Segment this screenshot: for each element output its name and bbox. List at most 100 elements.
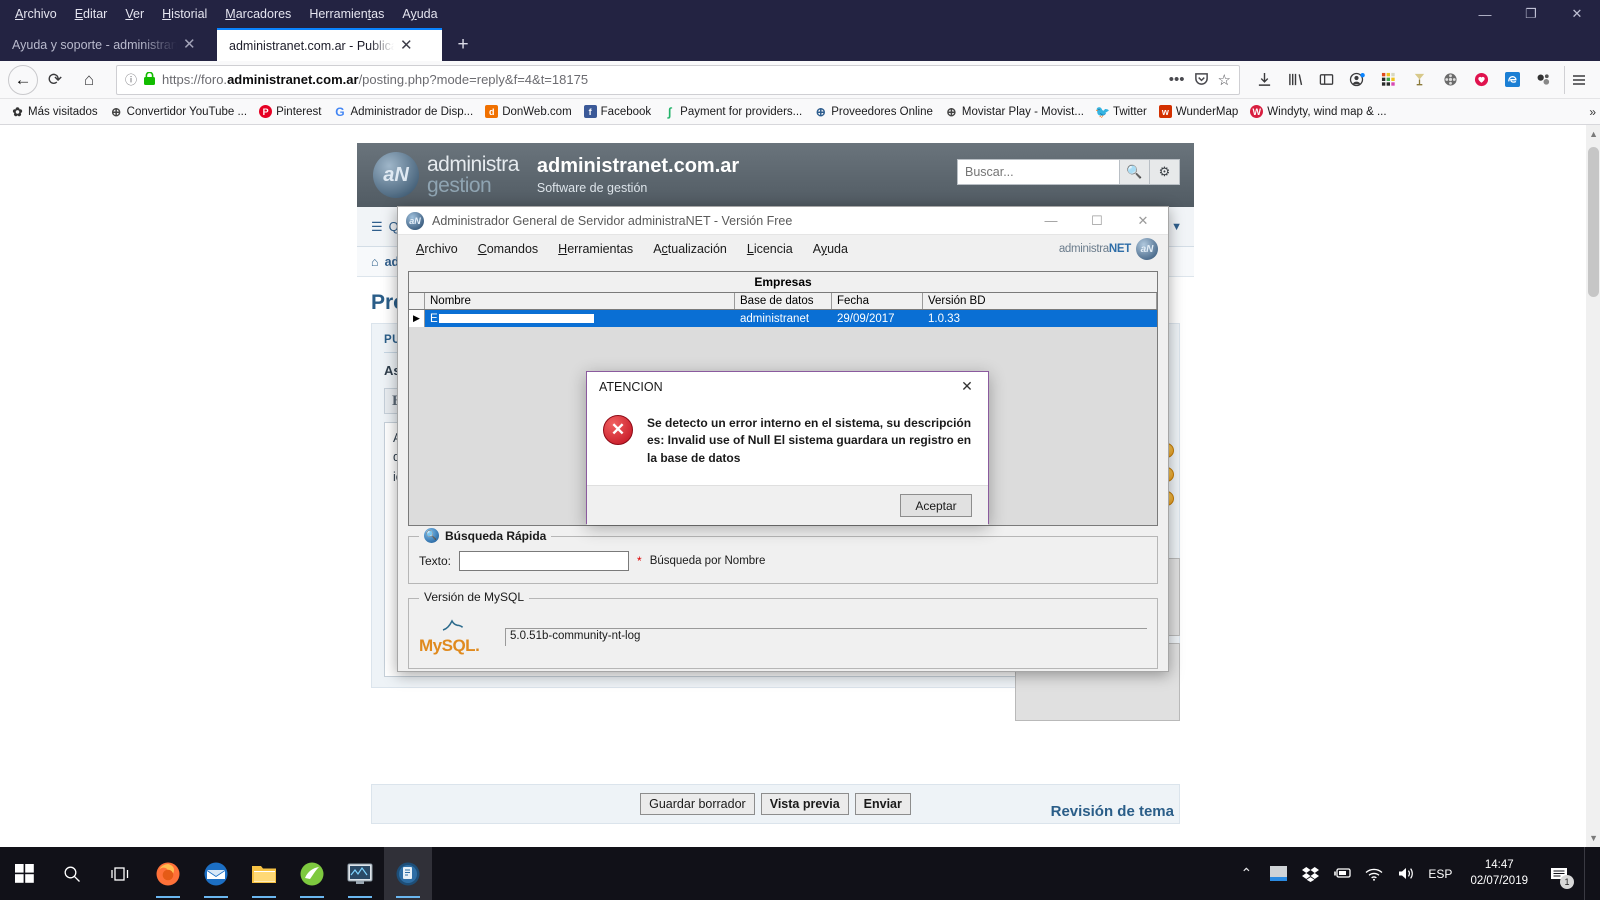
bookmark-proveedores-online[interactable]: ⊕ Proveedores Online <box>809 103 938 120</box>
scrollbar-thumb[interactable] <box>1588 147 1599 297</box>
app-menu-actualizacion[interactable]: Actualización <box>643 238 737 260</box>
library-icon[interactable] <box>1281 66 1309 94</box>
volume-icon[interactable] <box>1396 864 1416 884</box>
keyboard-icon[interactable] <box>1268 864 1288 884</box>
tray-chevron-up-icon[interactable]: ⌃ <box>1236 864 1256 884</box>
gear-icon[interactable]: ⚙ <box>1150 159 1180 185</box>
minimize-button[interactable]: — <box>1462 0 1508 28</box>
app-close-button[interactable]: ✕ <box>1120 207 1166 235</box>
sidebar-icon[interactable] <box>1312 66 1340 94</box>
scroll-up-icon[interactable]: ▲ <box>1589 129 1598 139</box>
taskbar-app-green[interactable] <box>288 847 336 900</box>
save-draft-button[interactable]: Guardar borrador <box>640 793 755 815</box>
texto-input[interactable] <box>459 551 630 571</box>
bookmark-wundermap[interactable]: w WunderMap <box>1154 103 1243 120</box>
taskbar-app-monitor[interactable] <box>336 847 384 900</box>
dialog-titlebar[interactable]: ATENCION ✕ <box>587 372 988 401</box>
bookmark-windyty[interactable]: W Windyty, wind map & ... <box>1245 103 1391 120</box>
notifications-icon[interactable]: 1 <box>1546 861 1574 889</box>
pocket-icon[interactable] <box>1194 71 1209 89</box>
grid-header-fecha[interactable]: Fecha <box>832 293 923 309</box>
forum-site-title-block: administranet.com.ar Software de gestión <box>537 155 739 195</box>
new-tab-button[interactable]: + <box>450 32 476 58</box>
close-button[interactable]: ✕ <box>1554 0 1600 28</box>
account-icon[interactable] <box>1343 66 1371 94</box>
app-minimize-button[interactable]: — <box>1028 207 1074 235</box>
back-button[interactable]: ← <box>8 64 38 95</box>
taskbar-app-firefox[interactable] <box>144 847 192 900</box>
grid-header-base-datos[interactable]: Base de datos <box>735 293 832 309</box>
bookmark-administrador-disp[interactable]: G Administrador de Disp... <box>328 103 478 120</box>
hamburger-menu-icon[interactable] <box>1564 65 1592 94</box>
film-reel-icon[interactable] <box>1436 66 1464 94</box>
aceptar-button[interactable]: Aceptar <box>900 494 972 517</box>
taskbar-app-thunderbird[interactable] <box>192 847 240 900</box>
page-info-icon[interactable]: ⓘ <box>125 71 137 88</box>
preview-button[interactable]: Vista previa <box>760 793 849 815</box>
show-desktop-button[interactable] <box>1584 847 1592 900</box>
app-menu-licencia[interactable]: Licencia <box>737 238 803 260</box>
browser-tab-0[interactable]: Ayuda y soporte - administranet.co ✕ <box>0 28 215 61</box>
page-actions-icon[interactable]: ••• <box>1169 71 1185 88</box>
clock[interactable]: 14:47 02/07/2019 <box>1464 858 1534 889</box>
bookmark-star-icon[interactable]: ☆ <box>1218 71 1231 89</box>
table-row[interactable]: ▶ E administranet 29/09/2017 1.0.33 <box>409 310 1157 327</box>
forum-menu-button[interactable]: ☰ Q <box>371 219 399 235</box>
menu-ayuda[interactable]: Ayuda <box>393 3 446 25</box>
grid-header-version-bd[interactable]: Versión BD <box>923 293 1157 309</box>
taskbar-search-icon[interactable] <box>48 847 96 900</box>
menu-editar[interactable]: Editar <box>66 3 117 25</box>
quick-search-groupbox: 🔍 Búsqueda Rápida Texto: * Búsqueda por … <box>408 528 1158 584</box>
close-icon[interactable]: ✕ <box>946 372 988 401</box>
bookmarks-overflow-icon[interactable]: » <box>1589 105 1596 119</box>
bookmark-donweb[interactable]: d DonWeb.com <box>480 103 576 120</box>
bookmark-movistar-play[interactable]: ⊕ Movistar Play - Movist... <box>940 103 1089 120</box>
taskbar-app-file-explorer[interactable] <box>240 847 288 900</box>
app-menu-herramientas[interactable]: Herramientas <box>548 238 643 260</box>
app-menu-comandos[interactable]: Comandos <box>468 238 548 260</box>
url-bar[interactable]: ⓘ https://foro.administranet.com.ar/post… <box>116 64 1240 95</box>
forum-search-input[interactable] <box>957 159 1120 185</box>
scroll-down-icon[interactable]: ▼ <box>1589 833 1598 843</box>
browser-tab-1[interactable]: administranet.com.ar - Publicar una ✕ <box>217 28 442 61</box>
molecule-icon[interactable] <box>1529 66 1557 94</box>
grid-header-nombre[interactable]: Nombre <box>425 293 735 309</box>
apps-grid-icon[interactable] <box>1374 66 1402 94</box>
downloads-icon[interactable] <box>1250 66 1278 94</box>
home-icon[interactable]: ⌂ <box>371 255 379 269</box>
app-maximize-button[interactable]: ☐ <box>1074 207 1120 235</box>
menu-historial[interactable]: Historial <box>153 3 216 25</box>
task-view-icon[interactable] <box>96 847 144 900</box>
start-button[interactable] <box>0 847 48 900</box>
battery-icon[interactable] <box>1332 864 1352 884</box>
submit-button[interactable]: Enviar <box>854 793 911 815</box>
taskbar-app-administranet[interactable] <box>384 847 432 900</box>
menu-marcadores[interactable]: Marcadores <box>216 3 300 25</box>
dropbox-icon[interactable] <box>1300 864 1320 884</box>
page-scrollbar[interactable]: ▲ ▼ <box>1586 125 1600 847</box>
app-menu-ayuda[interactable]: Ayuda <box>803 238 858 260</box>
bookmark-convertidor-youtube[interactable]: ⊕ Convertidor YouTube ... <box>105 103 252 120</box>
bookmark-facebook[interactable]: f Facebook <box>579 103 657 120</box>
close-icon[interactable]: ✕ <box>183 37 196 52</box>
wifi-icon[interactable] <box>1364 864 1384 884</box>
app-menu-archivo[interactable]: Archivo <box>406 238 468 260</box>
trophy-icon[interactable] <box>1405 66 1433 94</box>
bookmark-mas-visitados[interactable]: ✿ Más visitados <box>6 103 103 120</box>
chevron-down-icon[interactable]: ▼ <box>1171 221 1182 233</box>
search-icon[interactable]: 🔍 <box>1120 159 1150 185</box>
bookmark-twitter[interactable]: 🐦 Twitter <box>1091 103 1152 120</box>
language-indicator[interactable]: ESP <box>1428 867 1452 881</box>
home-button[interactable]: ⌂ <box>72 64 106 96</box>
edge-icon[interactable] <box>1498 66 1526 94</box>
menu-archivo[interactable]: Archivo <box>6 3 66 25</box>
close-icon[interactable]: ✕ <box>400 38 413 53</box>
reload-button[interactable]: ⟳ <box>38 64 72 96</box>
menu-ver[interactable]: Ver <box>116 3 153 25</box>
maximize-button[interactable]: ❐ <box>1508 0 1554 28</box>
menu-herramientas[interactable]: Herramientas <box>300 3 393 25</box>
bookmark-payment-providers[interactable]: ∫ Payment for providers... <box>658 103 807 120</box>
bookmark-pinterest[interactable]: P Pinterest <box>254 103 326 120</box>
heart-shield-icon[interactable] <box>1467 66 1495 94</box>
app-titlebar[interactable]: aN Administrador General de Servidor adm… <box>398 207 1168 235</box>
